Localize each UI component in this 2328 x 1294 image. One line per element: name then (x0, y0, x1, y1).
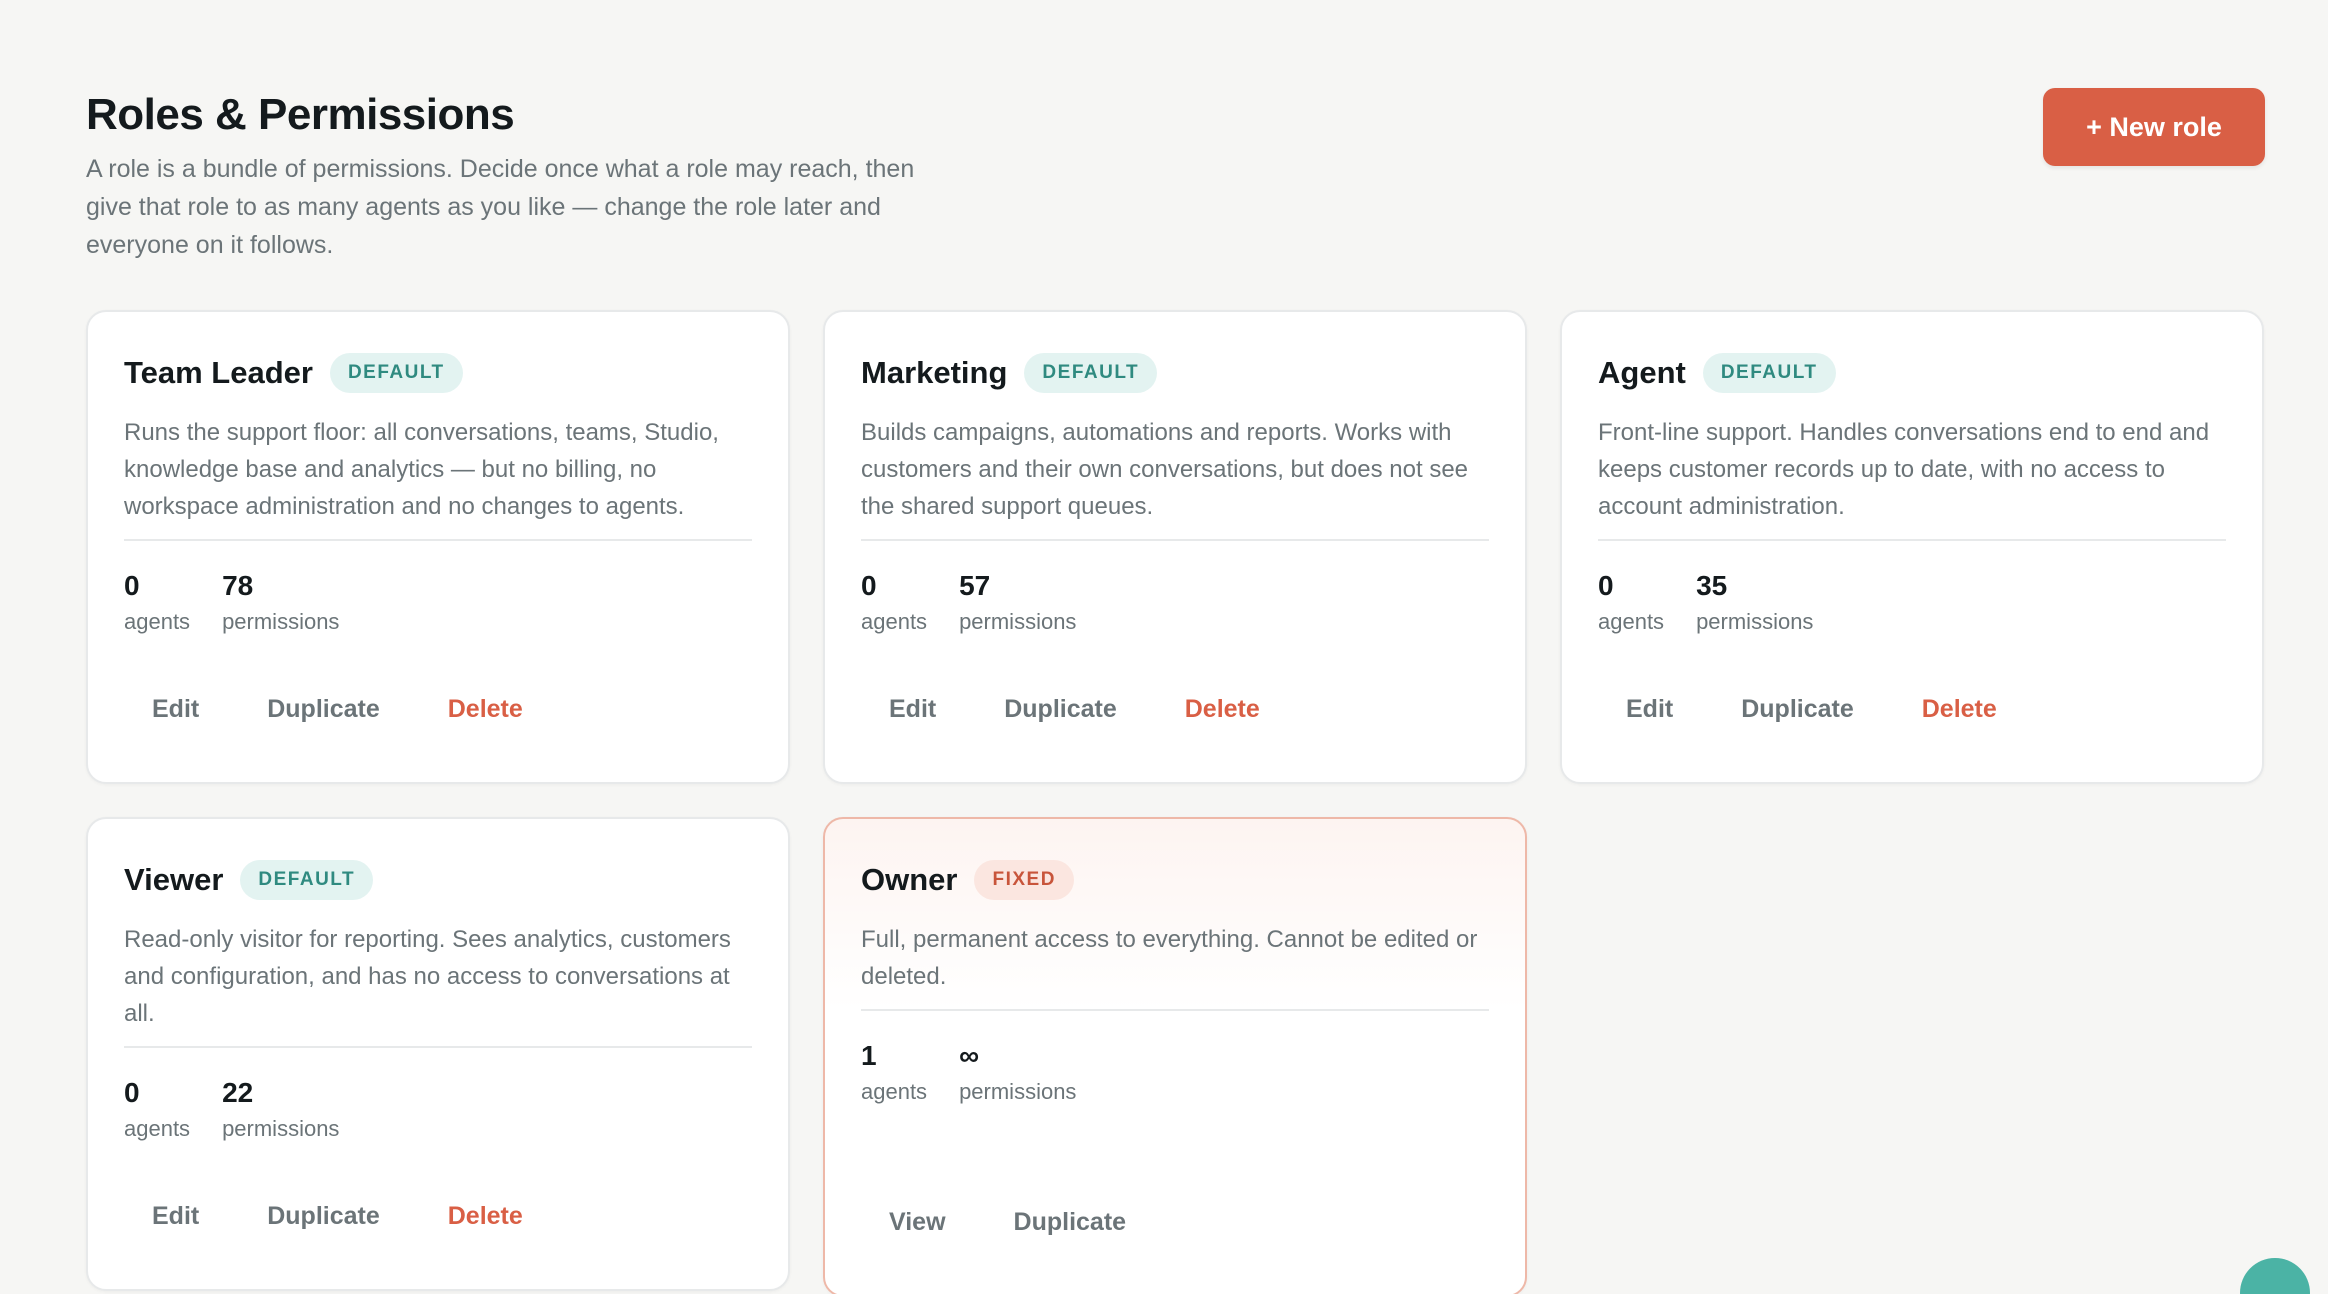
default-badge: DEFAULT (1702, 353, 1836, 393)
edit-button[interactable]: Edit (1598, 685, 1701, 734)
delete-button[interactable]: Delete (1894, 685, 2025, 734)
agents-stat: 0 agents (1598, 569, 1664, 635)
roles-grid: Team Leader DEFAULT Runs the support flo… (86, 310, 2264, 1294)
role-stats: 0 agents 57 permissions (861, 569, 1489, 635)
role-stats: 1 agents ∞ permissions (861, 1039, 1489, 1105)
role-card-owner: Owner FIXED Full, permanent access to ev… (823, 817, 1527, 1294)
duplicate-button[interactable]: Duplicate (239, 1192, 408, 1241)
edit-button[interactable]: Edit (861, 685, 964, 734)
permissions-count: 78 (222, 570, 254, 601)
default-badge: DEFAULT (329, 353, 463, 393)
permissions-count: ∞ (959, 1040, 980, 1071)
role-description: Full, permanent access to everything. Ca… (861, 926, 1478, 990)
role-card-viewer: Viewer DEFAULT Read-only visitor for rep… (86, 817, 790, 1291)
role-description: Runs the support floor: all conversation… (124, 419, 719, 520)
role-card-header: Viewer DEFAULT (124, 859, 752, 901)
edit-button[interactable]: Edit (124, 1192, 227, 1241)
agents-stat: 0 agents (124, 569, 190, 635)
duplicate-button[interactable]: Duplicate (986, 1198, 1155, 1247)
duplicate-button[interactable]: Duplicate (976, 685, 1145, 734)
page-subtitle: A role is a bundle of permissions. Decid… (86, 155, 915, 259)
permissions-count: 22 (222, 1077, 254, 1108)
roles-permissions-page: Roles & Permissions A role is a bundle o… (0, 0, 2328, 1294)
permissions-label: permissions (1696, 609, 1814, 634)
agents-count: 0 (861, 570, 877, 601)
role-card-marketing: Marketing DEFAULT Builds campaigns, auto… (823, 310, 1527, 784)
agents-count: 0 (124, 570, 140, 601)
permissions-label: permissions (959, 609, 1077, 634)
page-header: Roles & Permissions A role is a bundle o… (86, 86, 2264, 264)
role-name: Owner (861, 862, 958, 897)
agents-stat: 0 agents (124, 1076, 190, 1142)
default-badge: DEFAULT (1024, 353, 1158, 393)
role-description: Read-only visitor for reporting. Sees an… (124, 926, 731, 1027)
permissions-label: permissions (222, 1116, 340, 1141)
role-card-team-leader: Team Leader DEFAULT Runs the support flo… (86, 310, 790, 784)
role-name: Marketing (861, 355, 1008, 390)
agents-count: 0 (124, 1077, 140, 1108)
agents-count: 1 (861, 1040, 877, 1071)
agents-label: agents (1598, 609, 1665, 634)
permissions-count: 57 (959, 570, 991, 601)
divider (861, 539, 1489, 541)
permissions-stat: ∞ permissions (959, 1039, 1076, 1105)
delete-button[interactable]: Delete (420, 685, 551, 734)
agents-stat: 0 agents (861, 569, 927, 635)
agents-label: agents (124, 609, 191, 634)
role-stats: 0 agents 78 permissions (124, 569, 752, 635)
role-card-header: Agent DEFAULT (1598, 352, 2226, 394)
fixed-badge: FIXED (974, 860, 1074, 900)
agents-stat: 1 agents (861, 1039, 927, 1105)
permissions-stat: 57 permissions (959, 569, 1076, 635)
duplicate-button[interactable]: Duplicate (1713, 685, 1882, 734)
delete-button[interactable]: Delete (420, 1192, 551, 1241)
new-role-button[interactable]: + New role (2043, 88, 2265, 166)
view-button[interactable]: View (861, 1198, 974, 1247)
agents-label: agents (861, 609, 928, 634)
role-name: Agent (1598, 355, 1686, 390)
role-card-header: Marketing DEFAULT (861, 352, 1489, 394)
default-badge: DEFAULT (240, 860, 374, 900)
page-title: Roles & Permissions (86, 90, 515, 139)
edit-button[interactable]: Edit (124, 685, 227, 734)
role-stats: 0 agents 35 permissions (1598, 569, 2226, 635)
role-name: Viewer (124, 862, 224, 897)
divider (124, 1046, 752, 1048)
role-actions: View Duplicate (861, 1198, 1154, 1247)
agents-label: agents (861, 1079, 928, 1104)
role-actions: Edit Duplicate Delete (124, 1192, 551, 1241)
permissions-label: permissions (959, 1079, 1077, 1104)
role-stats: 0 agents 22 permissions (124, 1076, 752, 1142)
role-description: Builds campaigns, automations and report… (861, 419, 1469, 520)
permissions-label: permissions (222, 609, 340, 634)
role-card-header: Team Leader DEFAULT (124, 352, 752, 394)
agents-count: 0 (1598, 570, 1614, 601)
permissions-stat: 35 permissions (1696, 569, 1813, 635)
role-name: Team Leader (124, 355, 313, 390)
role-actions: Edit Duplicate Delete (1598, 685, 2025, 734)
role-description: Front-line support. Handles conversation… (1598, 419, 2210, 520)
divider (124, 539, 752, 541)
duplicate-button[interactable]: Duplicate (239, 685, 408, 734)
agents-label: agents (124, 1116, 191, 1141)
permissions-count: 35 (1696, 570, 1728, 601)
permissions-stat: 78 permissions (222, 569, 339, 635)
divider (1598, 539, 2226, 541)
divider (861, 1009, 1489, 1011)
role-actions: Edit Duplicate Delete (861, 685, 1288, 734)
role-actions: Edit Duplicate Delete (124, 685, 551, 734)
role-card-header: Owner FIXED (861, 859, 1489, 901)
role-card-agent: Agent DEFAULT Front-line support. Handle… (1560, 310, 2264, 784)
permissions-stat: 22 permissions (222, 1076, 339, 1142)
delete-button[interactable]: Delete (1157, 685, 1288, 734)
